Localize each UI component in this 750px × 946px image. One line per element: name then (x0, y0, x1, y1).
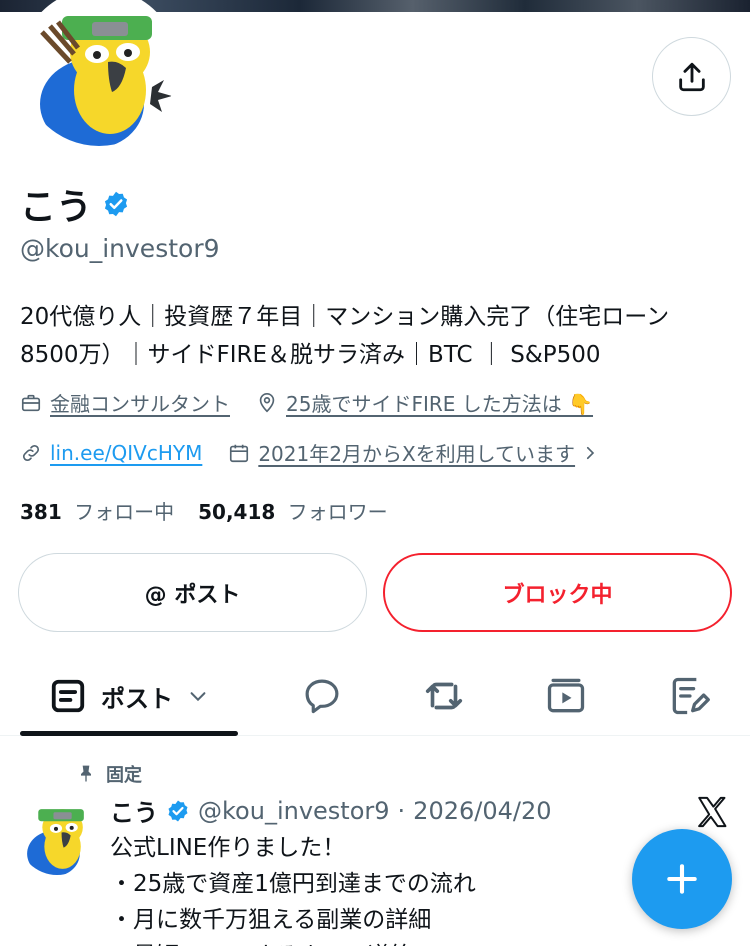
pinned-label: 固定 (106, 765, 142, 786)
share-button[interactable] (652, 37, 731, 116)
bio-line: 8500万）｜サイドFIRE＆脱サラ済み｜BTC ｜ S&P500 (20, 342, 601, 368)
blocked-button[interactable]: ブロック中 (383, 553, 732, 632)
tweet-text: 公式LINE作りました！ ・25歳で資産1億円到達までの流れ ・月に数千万狙える… (110, 835, 476, 946)
profile-joined-date[interactable]: 2021年2月からXを利用しています (258, 438, 575, 467)
compose-button[interactable] (632, 829, 732, 929)
tab-articles[interactable] (657, 656, 721, 736)
posts-tab-icon (51, 679, 85, 713)
link-icon (22, 444, 40, 461)
tab-reposts[interactable] (412, 656, 476, 736)
pin-icon (81, 765, 91, 782)
calendar-icon (230, 444, 249, 462)
profile-name-row: こう (20, 178, 130, 230)
bio-line: 20代億り人｜投資歴７年目｜マンション購入完了（住宅ローン (20, 304, 670, 330)
plus-icon (667, 864, 697, 894)
active-tab-indicator (20, 731, 238, 736)
location-pin-icon (259, 392, 275, 412)
followers-link[interactable]: 50,418 フォロワー (198, 496, 388, 525)
tab-posts[interactable]: ポスト (20, 656, 238, 736)
tweet-header: こう @kou_investor9 · 2026/04/20 (110, 793, 552, 828)
x-logo-icon (698, 796, 727, 828)
profile-handle: @kou_investor9 (20, 234, 220, 263)
reply-bubble-icon (305, 679, 339, 714)
profile-location[interactable]: 25歳でサイドFIRE した方法は 👇 (286, 388, 593, 417)
pinned-indicator: 固定 (76, 761, 142, 787)
profile-website-link[interactable]: lin.ee/QIVcHYM (50, 441, 202, 465)
parrot-avatar-icon (22, 0, 176, 146)
profile-category[interactable]: 金融コンサルタント (50, 388, 230, 417)
tab-media[interactable] (534, 656, 598, 736)
tweet-separator: · (397, 796, 406, 825)
briefcase-icon (21, 394, 41, 411)
chevron-right-icon[interactable] (581, 444, 599, 462)
article-edit-icon (672, 677, 710, 715)
mention-post-button[interactable]: @ ポスト (18, 553, 367, 632)
profile-meta-row: 金融コンサルタント 25歳でサイドFIRE した方法は 👇 (20, 388, 593, 417)
tweet-author-handle[interactable]: @kou_investor9 (198, 797, 390, 825)
follow-stats: 381 フォロー中 50,418 フォロワー (20, 496, 388, 525)
tab-posts-label: ポスト (101, 684, 173, 713)
following-link[interactable]: 381 フォロー中 (20, 496, 174, 525)
following-label: フォロー中 (74, 500, 175, 524)
share-icon (678, 62, 705, 91)
tweet-date[interactable]: 2026/04/20 (413, 797, 551, 825)
chevron-down-icon[interactable] (187, 685, 209, 707)
profile-bio: 20代億り人｜投資歴７年目｜マンション購入完了（住宅ローン 8500万）｜サイド… (20, 298, 720, 374)
profile-name: こう (20, 187, 93, 228)
parrot-avatar-icon (18, 797, 96, 875)
tweet-author-avatar[interactable] (18, 797, 96, 875)
followers-label: フォロワー (287, 500, 388, 524)
profile-meta-row: lin.ee/QIVcHYM 2021年2月からXを利用しています (20, 438, 607, 467)
verified-badge-icon[interactable] (102, 190, 130, 218)
profile-avatar[interactable] (18, 0, 180, 150)
tab-replies[interactable] (290, 656, 354, 736)
repost-icon (425, 682, 463, 710)
followers-count: 50,418 (198, 500, 276, 524)
tweet-author-name[interactable]: こう (110, 793, 158, 828)
profile-tabs: ポスト (0, 656, 750, 736)
video-icon (547, 678, 585, 713)
verified-badge-icon (168, 800, 188, 821)
following-count: 381 (20, 500, 62, 524)
